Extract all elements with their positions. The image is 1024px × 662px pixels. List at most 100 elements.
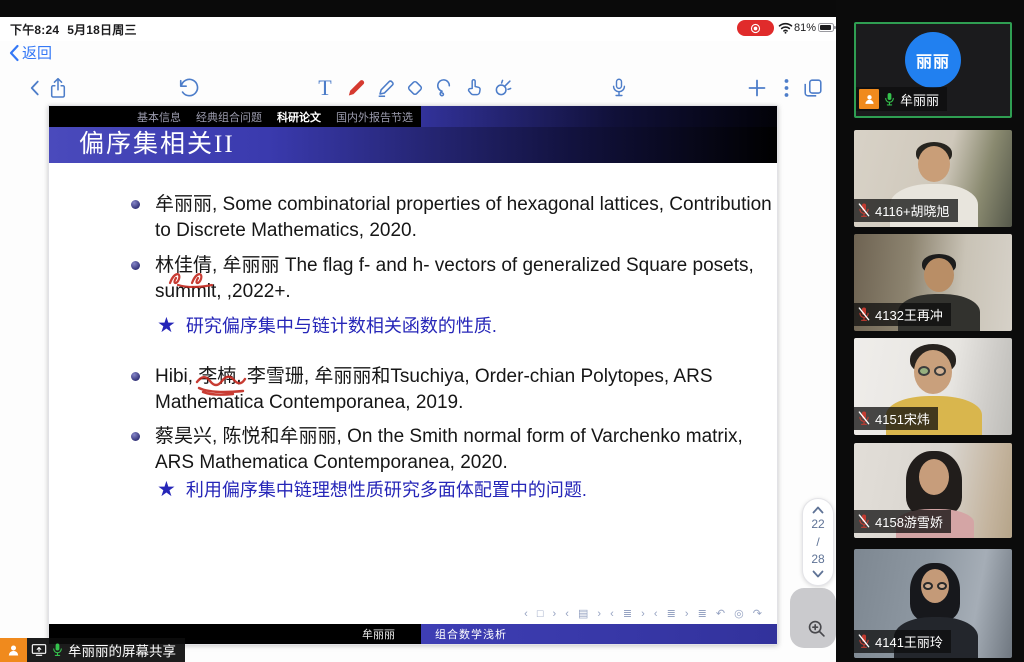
screen-share-bar[interactable]: 牟丽丽的屏幕共享 xyxy=(0,638,185,662)
main-area: 下午8:24 5月18日周三 81% 返回 xyxy=(0,0,836,662)
bullet-marker xyxy=(131,261,140,270)
slide-note-1: ★ 研究偏序集中与链计数相关函数的性质. xyxy=(157,314,757,338)
add-icon[interactable] xyxy=(742,73,772,103)
bullet-text: 蔡昊兴, 陈悦和牟丽丽, On the Smith normal form of… xyxy=(155,426,743,473)
pages-icon[interactable] xyxy=(798,73,828,103)
slide-bullet-4: 蔡昊兴, 陈悦和牟丽丽, On the Smith normal form of… xyxy=(155,424,777,476)
zoom-button[interactable] xyxy=(790,588,836,648)
slide-note-2: ★ 利用偏序集中链理想性质研究多面体配置中的问题. xyxy=(157,478,757,502)
slide-bullet-3: Hibi, 李楠, 李雪珊, 牟丽丽和Tsuchiya, Order-chian… xyxy=(155,364,777,416)
participant-label: 4151宋炜 xyxy=(854,407,938,430)
screen-share-label: 牟丽丽的屏幕共享 xyxy=(68,640,176,660)
lasso-icon[interactable] xyxy=(429,73,459,103)
chevron-left-icon xyxy=(8,44,20,62)
mic-muted-icon xyxy=(857,306,871,323)
participant-label: 4141王丽玲 xyxy=(854,630,951,653)
participant-name: 4141王丽玲 xyxy=(875,632,943,651)
participant-label: 4132王再冲 xyxy=(854,303,951,326)
participant-label: 4116+胡晓旭 xyxy=(854,199,958,222)
back-label: 返回 xyxy=(22,42,52,63)
page-divider: / xyxy=(816,536,819,549)
pointer-hand-icon[interactable] xyxy=(458,73,488,103)
slide-nav-gradient xyxy=(421,106,777,127)
page-control[interactable]: 22 / 28 xyxy=(802,498,834,586)
note-text: 研究偏序集中与链计数相关函数的性质. xyxy=(186,316,497,336)
presenter-icon xyxy=(859,89,879,109)
top-bezel xyxy=(0,0,836,17)
bullet-text: 林佳倩, 牟丽丽 The flag f- and h- vectors of g… xyxy=(155,255,754,302)
slide-title: 偏序集相关II xyxy=(49,127,777,163)
star-icon: ★ xyxy=(157,314,176,337)
slide-nav-item: 基本信息 xyxy=(137,109,181,125)
screen-share-icon xyxy=(31,643,47,657)
status-time: 下午8:24 xyxy=(10,23,59,37)
participant-label: 牟丽丽 xyxy=(856,87,947,111)
eraser-icon[interactable] xyxy=(400,73,430,103)
star-icon: ★ xyxy=(157,478,176,501)
participant-tile-youxuejiao[interactable]: 4158游雪娇 xyxy=(854,443,1012,538)
bullet-marker xyxy=(131,432,140,441)
participant-tile-mulili[interactable]: 丽丽 牟丽丽 xyxy=(854,22,1012,118)
glasses xyxy=(923,582,947,590)
wifi-icon xyxy=(778,21,793,39)
participant-tile-wangzaichong[interactable]: 4132王再冲 xyxy=(854,234,1012,331)
screen-share-chip: 牟丽丽的屏幕共享 xyxy=(27,638,185,662)
record-dot-icon xyxy=(750,23,761,34)
beamer-nav-symbols: ‹ □ › ‹ ▤ › ‹ ≣ › ‹ ≣ › ≣ ↶ ◎ ↷ xyxy=(524,607,765,620)
mic-on-icon xyxy=(883,91,896,108)
page-up-icon[interactable] xyxy=(812,506,824,514)
page-down-icon[interactable] xyxy=(812,570,824,578)
back-button[interactable]: 返回 xyxy=(8,42,52,63)
note-canvas[interactable]: 基本信息 经典组合问题 科研论文 国内外报告节选 偏序集相关II 牟丽丽, So… xyxy=(0,102,836,662)
mic-muted-icon xyxy=(857,633,871,650)
bullet-text: 牟丽丽, Some combinatorial properties of he… xyxy=(155,194,772,241)
bullet-text: Hibi, 李楠, 李雪珊, 牟丽丽和Tsuchiya, Order-chian… xyxy=(155,366,713,413)
slide-section-nav: 基本信息 经典组合问题 科研论文 国内外报告节选 xyxy=(49,106,777,127)
laser-pointer-icon[interactable] xyxy=(488,73,518,103)
participants-sidebar: 丽丽 牟丽丽 xyxy=(836,0,1024,662)
participant-name: 4132王再冲 xyxy=(875,305,943,324)
glasses xyxy=(918,366,946,376)
participant-name: 4158游雪娇 xyxy=(875,512,943,531)
text-tool-icon[interactable]: T xyxy=(310,73,340,103)
slide-page[interactable]: 基本信息 经典组合问题 科研论文 国内外报告节选 偏序集相关II 牟丽丽, So… xyxy=(48,105,778,645)
participant-name: 4116+胡晓旭 xyxy=(875,201,950,220)
slide-bullet-1: 牟丽丽, Some combinatorial properties of he… xyxy=(155,192,777,244)
status-date: 5月18日周三 xyxy=(67,23,136,37)
slide-nav-item-active: 科研论文 xyxy=(277,109,321,125)
participant-tile-wangliling[interactable]: 4141王丽玲 xyxy=(854,549,1012,658)
slide-bullet-2: 林佳倩, 牟丽丽 The flag f- and h- vectors of g… xyxy=(155,253,777,305)
participant-label: 4158游雪娇 xyxy=(854,510,951,533)
slide-section-nav-items: 基本信息 经典组合问题 科研论文 国内外报告节选 xyxy=(49,106,421,127)
undo-icon[interactable] xyxy=(173,73,203,103)
page-total: 28 xyxy=(811,553,824,566)
highlighter-icon[interactable] xyxy=(371,73,401,103)
slide-footer-course: 组合数学浅析 xyxy=(421,624,777,644)
mic-muted-icon xyxy=(857,202,871,219)
microphone-icon[interactable] xyxy=(604,73,634,103)
battery-icon xyxy=(818,23,834,32)
more-icon[interactable] xyxy=(771,73,801,103)
participant-name: 牟丽丽 xyxy=(900,90,939,109)
mic-muted-icon xyxy=(857,410,871,427)
presenter-icon xyxy=(0,638,27,662)
status-time-date: 下午8:24 5月18日周三 xyxy=(10,21,145,38)
participant-tile-huxiaoxu[interactable]: 4116+胡晓旭 xyxy=(854,130,1012,227)
magnifier-plus-icon xyxy=(807,619,827,639)
status-bar: 下午8:24 5月18日周三 81% xyxy=(0,17,836,41)
battery-percent: 81% xyxy=(794,22,816,34)
avatar: 丽丽 xyxy=(905,32,961,88)
slide-nav-item: 经典组合问题 xyxy=(196,109,262,125)
note-text: 利用偏序集中链理想性质研究多面体配置中的问题. xyxy=(186,480,587,500)
participant-tile-songwei[interactable]: 4151宋炜 xyxy=(854,338,1012,435)
recording-indicator[interactable] xyxy=(737,20,774,36)
app-screen: 下午8:24 5月18日周三 81% 返回 xyxy=(0,0,1024,662)
share-icon[interactable] xyxy=(43,73,73,103)
bullet-marker xyxy=(131,200,140,209)
pencil-icon[interactable] xyxy=(341,73,371,103)
participant-name: 4151宋炜 xyxy=(875,409,930,428)
mic-on-icon xyxy=(51,642,64,658)
slide-nav-item: 国内外报告节选 xyxy=(336,109,413,125)
mic-muted-icon xyxy=(857,513,871,530)
page-current: 22 xyxy=(811,518,824,531)
